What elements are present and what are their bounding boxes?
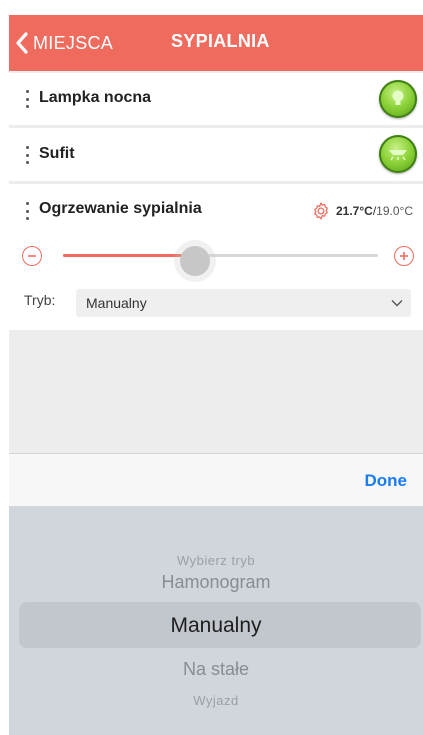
app-screen: MIEJSCA SYPIALNIA Lampka nocna Sufit Ogr… xyxy=(9,15,423,735)
target-temperature: 19.0°C xyxy=(376,204,413,218)
back-button[interactable]: MIEJSCA xyxy=(15,29,113,57)
current-temperature: 21.7°C xyxy=(336,204,373,218)
picker-option[interactable]: Hamonogram xyxy=(9,572,423,593)
picker-option[interactable]: Wybierz tryb xyxy=(9,553,423,568)
gear-icon[interactable] xyxy=(311,201,331,221)
done-button[interactable]: Done xyxy=(365,471,408,491)
device-name: Lampka nocna xyxy=(39,89,152,106)
slider-knob[interactable] xyxy=(180,246,211,276)
mode-label: Tryb: xyxy=(24,292,56,308)
mode-picker[interactable]: Wybierz tryb Hamonogram Manualny Na stał… xyxy=(9,506,423,735)
device-name: Sufit xyxy=(39,145,75,162)
temperature-readout: 21.7°C/19.0°C xyxy=(311,201,413,221)
heating-card: Ogrzewanie sypialnia 21.7°C/19.0°C Tryb:… xyxy=(9,184,423,330)
picker-option-selected[interactable]: Manualny xyxy=(9,614,423,638)
device-row-sufit[interactable]: Sufit xyxy=(9,128,423,181)
picker-toolbar: Done xyxy=(9,453,423,506)
drag-handle-icon[interactable] xyxy=(26,90,30,108)
mode-select-value: Manualny xyxy=(86,295,147,311)
picker-option[interactable]: Wyjazd xyxy=(9,693,423,708)
slider-fill xyxy=(63,254,196,257)
page-title: SYPIALNIA xyxy=(171,31,270,51)
minus-icon[interactable] xyxy=(22,246,42,266)
back-label: MIEJSCA xyxy=(33,32,114,53)
chevron-down-icon xyxy=(391,300,403,307)
heating-name: Ogrzewanie sypialnia xyxy=(39,200,202,217)
slider-track[interactable] xyxy=(63,246,378,276)
ceiling-light-icon[interactable] xyxy=(379,135,417,173)
mode-select[interactable]: Manualny xyxy=(76,289,411,317)
mode-row: Tryb: xyxy=(24,292,55,308)
drag-handle-icon[interactable] xyxy=(26,202,30,220)
drag-handle-icon[interactable] xyxy=(26,146,30,164)
light-bulb-icon[interactable] xyxy=(379,80,417,118)
nav-header: MIEJSCA SYPIALNIA xyxy=(9,15,423,71)
plus-icon[interactable] xyxy=(394,246,414,266)
temperature-slider[interactable] xyxy=(22,246,414,276)
picker-option[interactable]: Na stałe xyxy=(9,659,423,680)
chevron-left-icon xyxy=(16,32,28,54)
device-row-lampka-nocna[interactable]: Lampka nocna xyxy=(9,73,423,125)
